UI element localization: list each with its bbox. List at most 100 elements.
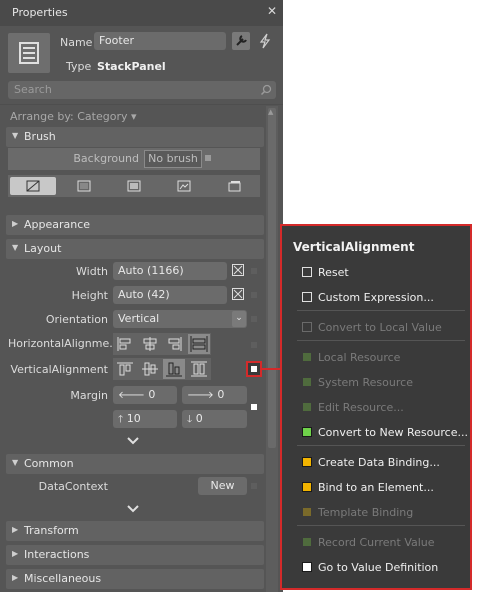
- section-common[interactable]: ▼ Common: [6, 454, 264, 474]
- collapsed-triangle-icon: ▶: [12, 549, 19, 558]
- advanced-options-marker[interactable]: [251, 342, 257, 348]
- panel-title: Properties: [12, 6, 68, 19]
- section-transform[interactable]: ▶ Transform: [6, 521, 264, 541]
- margin-right-input[interactable]: 🡒 0: [182, 386, 247, 404]
- arrow-down-icon: 🡓: [187, 414, 193, 425]
- align-top-icon[interactable]: [116, 361, 134, 377]
- align-center-icon[interactable]: [141, 336, 159, 352]
- height-label: Height: [71, 289, 108, 302]
- expand-more-icon[interactable]: [126, 504, 140, 514]
- type-value: StackPanel: [97, 60, 166, 73]
- section-appearance[interactable]: ▶ Appearance: [6, 215, 264, 235]
- height-input[interactable]: Auto (42): [113, 286, 227, 304]
- margin-right-value: 0: [217, 388, 225, 401]
- margin-top-input[interactable]: 🡑 10: [113, 410, 177, 428]
- wrench-icon[interactable]: [232, 32, 250, 50]
- horizontal-alignment-label: HorizontalAlignme...: [8, 337, 120, 350]
- menu-item-marker: [302, 352, 312, 362]
- close-icon[interactable]: ✕: [267, 4, 277, 18]
- align-bottom-button[interactable]: [163, 359, 185, 379]
- align-left-icon[interactable]: [116, 336, 134, 352]
- arrange-by-dropdown[interactable]: Arrange by: Category ▾: [10, 110, 137, 123]
- advanced-options-marker: [251, 366, 257, 372]
- collapsed-triangle-icon: ▶: [12, 573, 19, 582]
- auto-size-icon[interactable]: [232, 264, 244, 276]
- expanded-triangle-icon: ▼: [12, 131, 19, 140]
- no-brush-icon: [26, 180, 40, 192]
- menu-item-marker: [302, 322, 312, 332]
- collapsed-triangle-icon: ▶: [12, 219, 19, 228]
- section-brush[interactable]: ▼ Brush: [6, 127, 264, 147]
- orientation-select[interactable]: Vertical ⌄: [113, 310, 247, 328]
- menu-item-marker: [302, 402, 312, 412]
- menu-separator: [297, 445, 465, 446]
- menu-separator: [297, 525, 465, 526]
- search-placeholder: Search: [14, 83, 52, 96]
- datacontext-label: DataContext: [38, 480, 108, 493]
- brush-type-tabs: [8, 175, 260, 197]
- section-interactions[interactable]: ▶ Interactions: [6, 545, 264, 565]
- menu-item-marker: [302, 292, 312, 302]
- margin-left-input[interactable]: 🡐 0: [113, 386, 177, 404]
- expand-more-icon[interactable]: [126, 436, 140, 446]
- margin-left-value: 0: [148, 388, 156, 401]
- type-label: Type: [66, 60, 92, 73]
- orientation-value: Vertical: [118, 312, 160, 325]
- scrollbar-thumb[interactable]: [268, 108, 276, 448]
- align-stretch-button[interactable]: [188, 334, 210, 354]
- orientation-label: Orientation: [45, 313, 108, 326]
- name-input[interactable]: Footer: [94, 32, 226, 50]
- panel-titlebar: Properties ✕: [0, 0, 283, 26]
- search-input[interactable]: Search: [8, 81, 276, 99]
- align-stretch-icon: [190, 336, 208, 352]
- margin-label: Margin: [70, 389, 108, 402]
- section-layout-title: Layout: [24, 242, 62, 255]
- section-layout[interactable]: ▼ Layout: [6, 239, 264, 259]
- no-brush-tab[interactable]: [10, 177, 56, 195]
- gradient-brush-icon[interactable]: [126, 178, 142, 194]
- menu-item-marker: [302, 377, 312, 387]
- align-right-icon[interactable]: [165, 336, 183, 352]
- auto-size-icon[interactable]: [232, 288, 244, 300]
- expanded-triangle-icon: ▼: [12, 243, 19, 252]
- scroll-up-icon[interactable]: ▲: [268, 108, 273, 116]
- expanded-triangle-icon: ▼: [12, 458, 19, 467]
- horizontal-alignment-buttons: [113, 333, 211, 355]
- arrow-left-icon: 🡐: [118, 390, 145, 401]
- menu-item-marker: [302, 267, 312, 277]
- width-label: Width: [76, 265, 108, 278]
- properties-panel: Properties ✕ Name Footer Type StackPanel…: [0, 0, 283, 592]
- menu-item-marker: [302, 482, 312, 492]
- menu-separator: [297, 310, 465, 311]
- advanced-options-marker[interactable]: [251, 268, 257, 274]
- align-vertical-stretch-icon[interactable]: [190, 361, 208, 377]
- chevron-down-icon[interactable]: ⌄: [232, 311, 246, 327]
- section-common-title: Common: [24, 457, 74, 470]
- advanced-options-button-highlighted[interactable]: [246, 361, 262, 377]
- advanced-options-marker[interactable]: [251, 316, 257, 322]
- lightning-icon[interactable]: [256, 32, 274, 50]
- section-miscellaneous-title: Miscellaneous: [24, 572, 102, 585]
- section-miscellaneous[interactable]: ▶ Miscellaneous: [6, 569, 264, 589]
- menu-item-marker: [302, 427, 312, 437]
- section-brush-title: Brush: [24, 130, 56, 143]
- menu-title: VerticalAlignment: [293, 240, 415, 254]
- resource-brush-icon[interactable]: [226, 178, 242, 194]
- background-label: Background: [73, 152, 139, 165]
- margin-bottom-input[interactable]: 🡓 0: [182, 410, 247, 428]
- advanced-options-marker[interactable]: [251, 483, 257, 489]
- no-brush-button[interactable]: No brush: [144, 150, 202, 168]
- new-button[interactable]: New: [198, 477, 247, 495]
- divider: [0, 104, 283, 105]
- margin-top-value: 10: [126, 412, 141, 425]
- callout-connector: [262, 368, 280, 370]
- tile-brush-icon[interactable]: [176, 178, 192, 194]
- advanced-options-marker[interactable]: [205, 155, 211, 161]
- advanced-options-marker[interactable]: [251, 292, 257, 298]
- menu-separator: [297, 340, 465, 341]
- align-middle-icon[interactable]: [141, 361, 159, 377]
- search-icon: [260, 84, 272, 96]
- advanced-options-marker[interactable]: [251, 404, 257, 410]
- width-input[interactable]: Auto (1166): [113, 262, 227, 280]
- solid-brush-icon[interactable]: [76, 178, 92, 194]
